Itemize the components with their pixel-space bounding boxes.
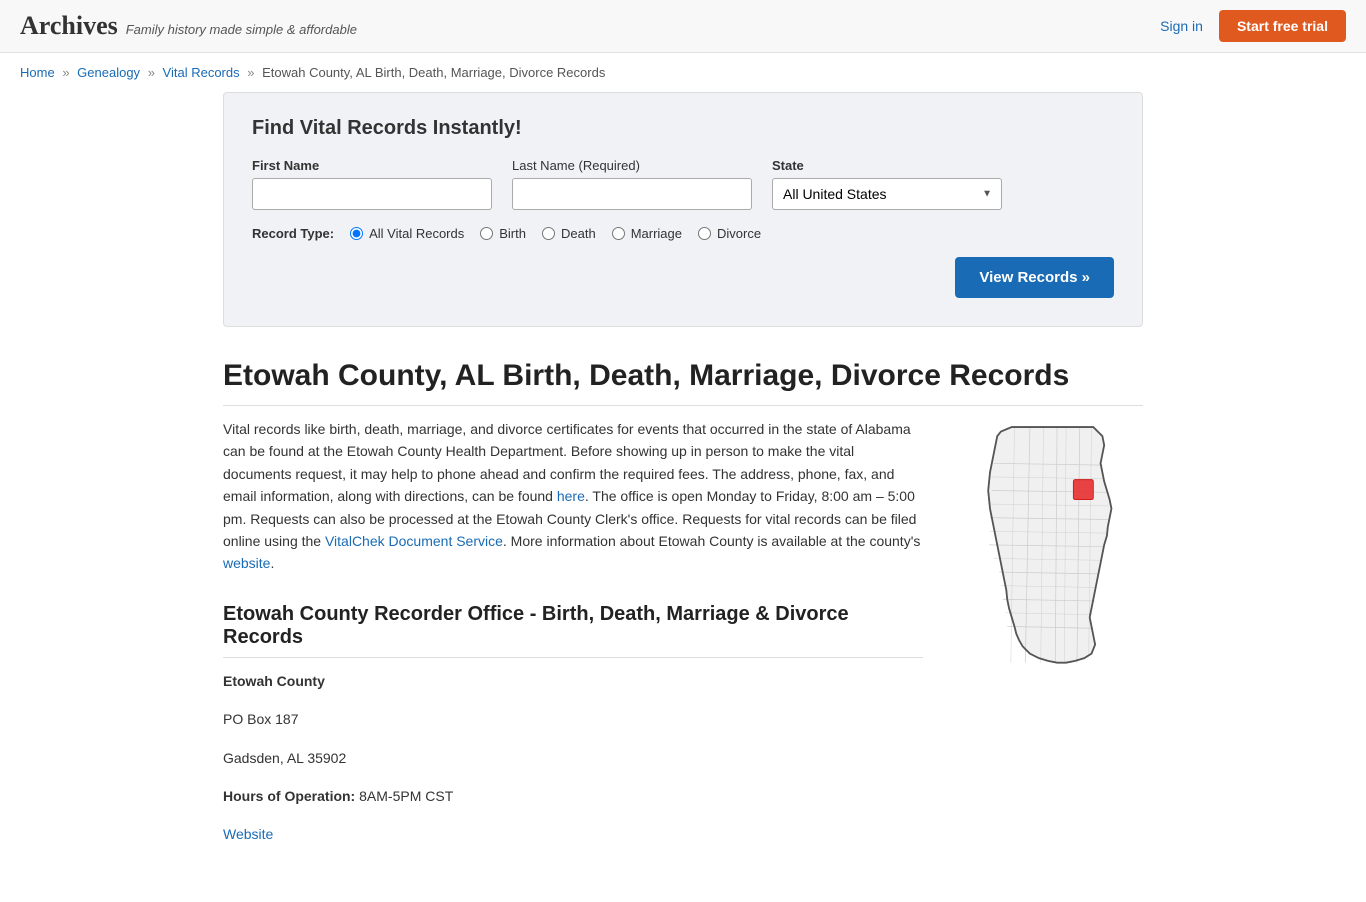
radio-death[interactable]: Death — [542, 226, 596, 241]
radio-birth[interactable]: Birth — [480, 226, 526, 241]
site-logo: Archives — [20, 11, 118, 41]
search-fields: First Name Last Name (Required) State Al… — [252, 158, 1114, 210]
vitalchek-link[interactable]: VitalChek Document Service — [325, 533, 503, 549]
header: Archives Family history made simple & af… — [0, 0, 1366, 53]
intro-paragraph: Vital records like birth, death, marriag… — [223, 418, 923, 575]
breadcrumb: Home » Genealogy » Vital Records » Etowa… — [0, 53, 1366, 92]
logo-area: Archives Family history made simple & af… — [20, 11, 357, 41]
breadcrumb-sep-3: » — [247, 65, 254, 80]
state-label: State — [772, 158, 1002, 173]
view-records-row: View Records » — [252, 257, 1114, 298]
radio-all-vital-records[interactable]: All Vital Records — [350, 226, 464, 241]
main-content: Find Vital Records Instantly! First Name… — [203, 92, 1163, 902]
start-trial-button[interactable]: Start free trial — [1219, 10, 1346, 42]
site-tagline: Family history made simple & affordable — [126, 22, 357, 37]
intro-part4: . More information about Etowah County i… — [503, 533, 920, 549]
page-title: Etowah County, AL Birth, Death, Marriage… — [223, 359, 1143, 406]
office-info: Etowah County PO Box 187 Gadsden, AL 359… — [223, 670, 923, 846]
state-group: State All United States Alabama Alaska A… — [772, 158, 1002, 210]
map-container — [953, 418, 1143, 862]
recorder-heading: Etowah County Recorder Office - Birth, D… — [223, 603, 923, 658]
intro-dash: – — [876, 488, 884, 504]
first-name-input[interactable] — [252, 178, 492, 210]
radio-birth-label: Birth — [499, 226, 526, 241]
first-name-label: First Name — [252, 158, 492, 173]
breadcrumb-home[interactable]: Home — [20, 65, 55, 80]
sign-in-link[interactable]: Sign in — [1160, 18, 1203, 34]
office-address2: Gadsden, AL 35902 — [223, 747, 923, 769]
view-records-button[interactable]: View Records » — [955, 257, 1114, 298]
radio-death-label: Death — [561, 226, 596, 241]
first-name-group: First Name — [252, 158, 492, 210]
record-type-row: Record Type: All Vital Records Birth Dea… — [252, 226, 1114, 241]
search-heading: Find Vital Records Instantly! — [252, 117, 1114, 140]
office-hours: 8AM-5PM CST — [359, 788, 453, 804]
record-type-label: Record Type: — [252, 226, 334, 241]
office-address1: PO Box 187 — [223, 708, 923, 730]
search-box: Find Vital Records Instantly! First Name… — [223, 92, 1143, 327]
state-select-wrapper: All United States Alabama Alaska Arizona… — [772, 178, 1002, 210]
office-hours-label: Hours of Operation: — [223, 788, 355, 804]
office-name: Etowah County — [223, 673, 325, 689]
state-select[interactable]: All United States Alabama Alaska Arizona… — [772, 178, 1002, 210]
intro-part2: . The office is open Monday to Friday, 8… — [585, 488, 876, 504]
header-actions: Sign in Start free trial — [1160, 10, 1346, 42]
breadcrumb-sep-2: » — [148, 65, 155, 80]
breadcrumb-vital-records[interactable]: Vital Records — [163, 65, 240, 80]
breadcrumb-sep-1: » — [62, 65, 69, 80]
last-name-label: Last Name (Required) — [512, 158, 752, 173]
content-area: Vital records like birth, death, marriag… — [223, 418, 1143, 862]
website-link[interactable]: website — [223, 555, 270, 571]
content-text: Vital records like birth, death, marriag… — [223, 418, 923, 862]
alabama-map — [953, 418, 1143, 711]
intro-part5: . — [270, 555, 274, 571]
last-name-input[interactable] — [512, 178, 752, 210]
breadcrumb-current: Etowah County, AL Birth, Death, Marriage… — [262, 65, 605, 80]
radio-divorce-label: Divorce — [717, 226, 761, 241]
office-website-link[interactable]: Website — [223, 826, 273, 842]
radio-marriage-label: Marriage — [631, 226, 682, 241]
radio-marriage[interactable]: Marriage — [612, 226, 682, 241]
radio-all-label: All Vital Records — [369, 226, 464, 241]
breadcrumb-genealogy[interactable]: Genealogy — [77, 65, 140, 80]
here-link[interactable]: here — [557, 488, 585, 504]
last-name-group: Last Name (Required) — [512, 158, 752, 210]
office-hours-row: Hours of Operation: 8AM-5PM CST — [223, 785, 923, 807]
radio-divorce[interactable]: Divorce — [698, 226, 761, 241]
